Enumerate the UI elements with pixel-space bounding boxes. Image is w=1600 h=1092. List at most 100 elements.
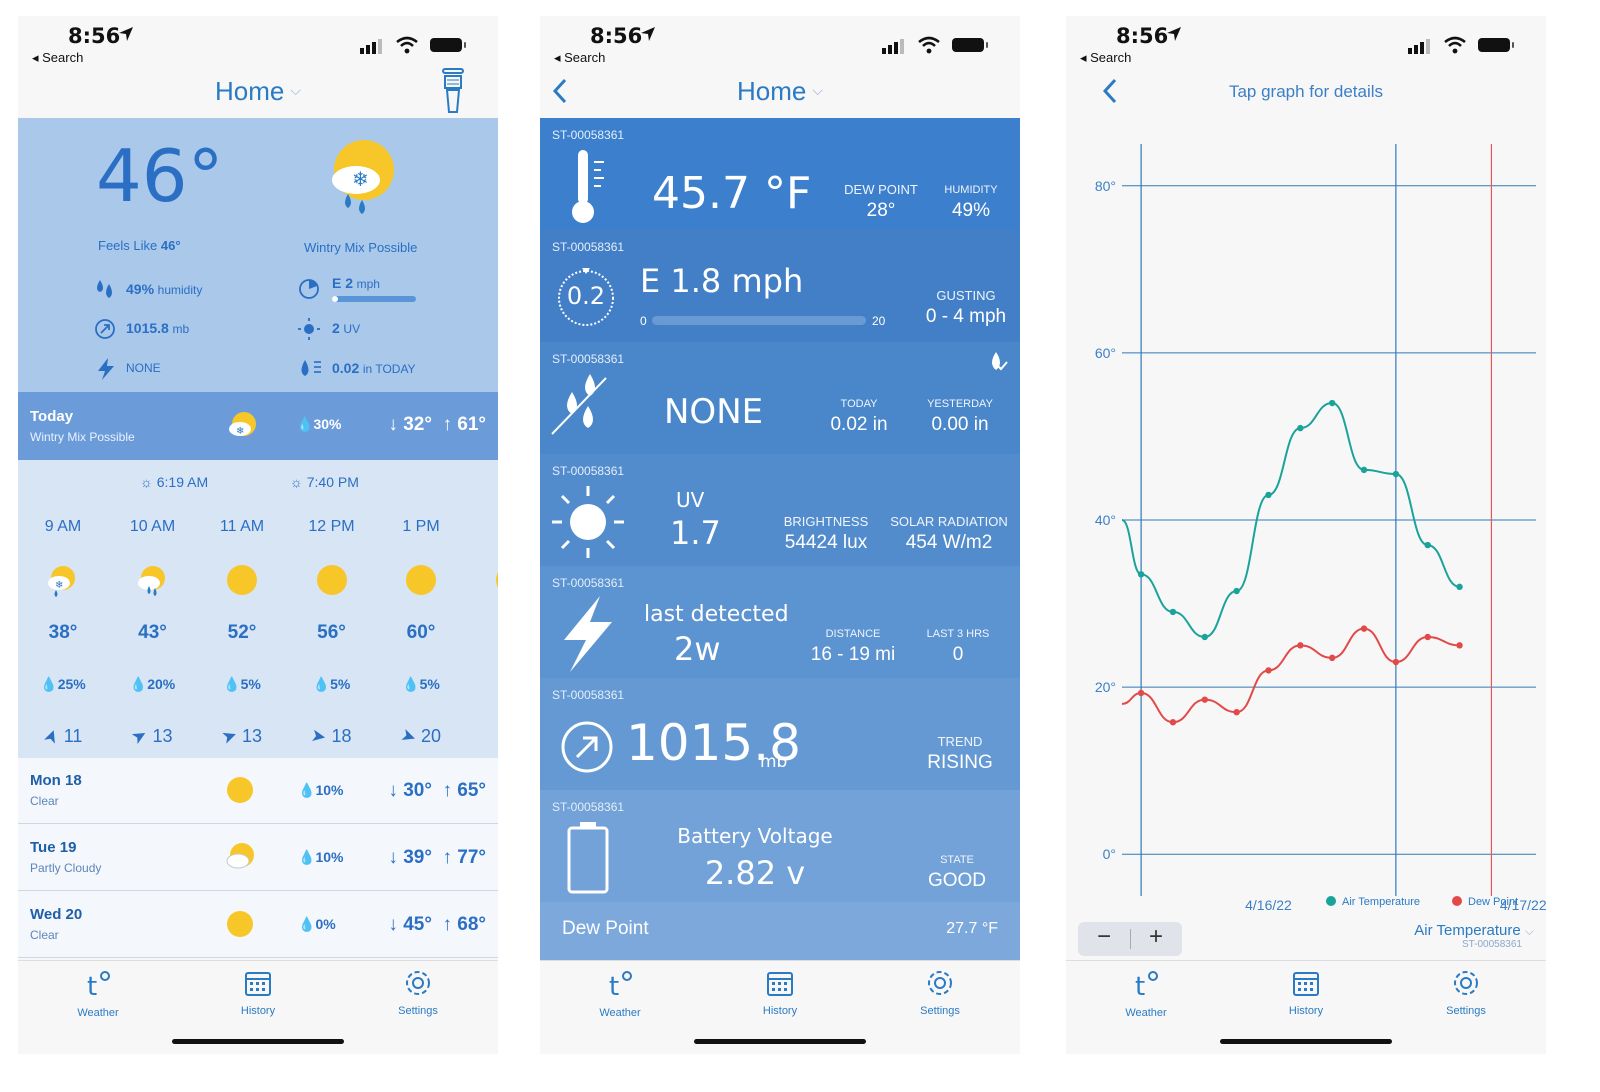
drop-icon: 💧 bbox=[402, 676, 420, 692]
hourly-forecast[interactable]: ☼ 6:19 AM ☼ 7:40 PM 9 AM ❄ 38° 💧25% ➤ 11 10 A… bbox=[18, 460, 498, 758]
today-precip-value: 30% bbox=[313, 416, 342, 432]
home-indicator bbox=[172, 1039, 344, 1044]
brightness-label: BRIGHTNESS bbox=[783, 514, 869, 529]
partly-cloudy-icon bbox=[226, 843, 254, 869]
day-low: 39° bbox=[403, 847, 432, 868]
battery-tile[interactable]: ST-00058361 Battery Voltage 2.82 v STATE… bbox=[540, 790, 1020, 902]
page-title: Home bbox=[215, 76, 285, 106]
tab-label: Weather bbox=[77, 1007, 119, 1019]
today-high: 61° bbox=[457, 414, 486, 435]
day-high: 68° bbox=[457, 914, 486, 935]
tab-label: History bbox=[762, 1005, 798, 1017]
graph-hint: Tap graph for details bbox=[1228, 82, 1384, 101]
battery-icon bbox=[430, 38, 466, 52]
tab-weather[interactable]: t Weather bbox=[38, 969, 158, 1019]
tab-weather[interactable]: t Weather bbox=[1086, 969, 1206, 1019]
lightning-last-value: 2w bbox=[674, 630, 721, 668]
temperature-tile[interactable]: ST-00058361 45.7 °F DEW POINT 28° HUMIDI… bbox=[540, 118, 1020, 230]
wintry-mix-icon: ❄ bbox=[332, 140, 394, 214]
current-conditions: 46° ❄ Feels Like 46° Wintry Mix Possible… bbox=[18, 118, 498, 392]
dew-footer-value: 27.7 °F bbox=[946, 920, 998, 937]
hour-precip-value: 25% bbox=[57, 676, 86, 692]
tab-history[interactable]: History bbox=[198, 969, 318, 1017]
rain-tile[interactable]: ST-00058361 NONE TODAY 0.02 in YESTERDAY… bbox=[540, 342, 1020, 454]
location-selector[interactable]: Home ⌵ bbox=[540, 76, 1020, 107]
gear-icon bbox=[406, 971, 430, 995]
hour-wind: ➤ 13 bbox=[197, 724, 287, 748]
rain-rate-value: NONE bbox=[664, 392, 764, 432]
location-selector[interactable]: Home ⌵ bbox=[18, 76, 498, 107]
air-temperature-value: 45.7 °F bbox=[652, 168, 812, 219]
battery-label: Battery Voltage bbox=[677, 824, 833, 848]
back-to-search[interactable]: ◂ Search bbox=[32, 50, 83, 66]
day-precip-value: 0% bbox=[315, 916, 336, 932]
sunset-time: 7:40 PM bbox=[306, 474, 359, 490]
hour-precip: 💧20% bbox=[108, 676, 198, 693]
hour-temp: 56° bbox=[317, 622, 346, 643]
daily-forecast-row[interactable]: Wed 20 Clear 💧0% ↓ 45° ↑ 68° bbox=[18, 892, 498, 958]
svg-text:❄: ❄ bbox=[236, 426, 244, 437]
daily-forecast-row[interactable]: Tue 19 Partly Cloudy 💧10% ↓ 39° ↑ 77° bbox=[18, 825, 498, 891]
sun-icon bbox=[227, 911, 253, 937]
station-screen: 8:56 ◂ Search Home ⌵ ST-00058361 45.7 °F … bbox=[540, 16, 1020, 1054]
calendar-icon bbox=[245, 972, 271, 996]
dew-point-value: 28° bbox=[866, 200, 896, 221]
daily-forecast-row[interactable]: Mon 18 Clear 💧10% ↓ 30° ↑ 65° bbox=[18, 758, 498, 824]
uv-tile[interactable]: ST-00058361 UV 1.7 BRIGHTNESS 54424 lux … bbox=[540, 454, 1020, 566]
tab-weather[interactable]: t Weather bbox=[560, 969, 680, 1019]
history-line-chart[interactable]: 0°20°40°60°80°4/16/22 4/17/22 bbox=[1066, 124, 1546, 914]
battery-state-value: GOOD bbox=[927, 870, 987, 891]
day-temps: ↓ 45° ↑ 68° bbox=[388, 914, 486, 935]
rain-icon bbox=[137, 566, 165, 596]
station-device-icon[interactable] bbox=[440, 68, 466, 118]
hour-precip: 💧5% bbox=[287, 676, 377, 693]
status-time: 8:56 bbox=[590, 24, 643, 48]
tab-history[interactable]: History bbox=[720, 969, 840, 1017]
y-tick-label: 80° bbox=[1095, 178, 1116, 194]
data-point bbox=[1169, 719, 1177, 726]
hour-wind-value: 13 bbox=[152, 726, 173, 746]
hour-time: 9 AM bbox=[44, 518, 82, 535]
back-to-search[interactable]: ◂ Search bbox=[554, 50, 605, 66]
tab-settings[interactable]: Settings bbox=[1406, 969, 1526, 1017]
today-summary-row[interactable]: Today Wintry Mix Possible ❄ 💧30% ↓ 32° ↑… bbox=[18, 392, 498, 460]
weather-screen: 8:56 ◂ Search Home ⌵ 46° ❄ Feels Like 46°… bbox=[18, 16, 498, 1054]
wifi-icon bbox=[918, 36, 940, 54]
dew-point-footer[interactable]: Dew Point 27.7 °F bbox=[540, 902, 1020, 960]
series-selector[interactable]: Air Temperature ⌵ ST-00058361 bbox=[1414, 922, 1534, 950]
back-app-label: Search bbox=[564, 50, 606, 65]
tab-bar: t Weather History Settings bbox=[1066, 960, 1546, 1054]
svg-text:❄: ❄ bbox=[55, 580, 63, 591]
wifi-icon bbox=[1444, 36, 1466, 54]
wifi-icon bbox=[396, 36, 418, 54]
day-precip: 💧0% bbox=[298, 916, 336, 933]
pressure-tile[interactable]: ST-00058361 1015.8 mb TREND RISING bbox=[540, 678, 1020, 790]
hour-precip-value: 5% bbox=[330, 676, 351, 692]
legend-label: Air Temperature bbox=[1342, 896, 1421, 908]
tab-label: Weather bbox=[599, 1007, 641, 1019]
uv-value: 1.7 bbox=[670, 514, 721, 552]
tab-settings[interactable]: Settings bbox=[880, 969, 1000, 1017]
drop-icon: 💧 bbox=[298, 849, 316, 865]
data-point bbox=[1360, 466, 1368, 474]
lightning-tile[interactable]: ST-00058361 last detected 2w DISTANCE 16… bbox=[540, 566, 1020, 678]
tab-settings[interactable]: Settings bbox=[358, 969, 478, 1017]
sun-icon bbox=[316, 565, 347, 595]
zoom-out-button[interactable]: − bbox=[1078, 923, 1130, 951]
zoom-in-button[interactable]: + bbox=[1130, 923, 1182, 951]
data-point bbox=[1456, 642, 1463, 649]
wind-unit: mph bbox=[356, 277, 380, 291]
wind-tile[interactable]: ST-00058361 0.2 E 1.8 mph 0 20 GUSTING 0… bbox=[540, 230, 1020, 342]
tab-label: Settings bbox=[398, 1005, 438, 1017]
data-point bbox=[1265, 667, 1272, 674]
hour-wind-value: 11 bbox=[63, 726, 83, 746]
drop-icon: 💧 bbox=[40, 676, 58, 692]
data-point bbox=[1169, 608, 1177, 616]
svg-text:t: t bbox=[609, 972, 619, 999]
hour-wind-value: 13 bbox=[242, 726, 263, 746]
tab-history[interactable]: History bbox=[1246, 969, 1366, 1017]
back-to-search[interactable]: ◂ Search bbox=[1080, 50, 1131, 66]
drop-icon: 💧 bbox=[129, 676, 148, 692]
sunrise: ☼ 6:19 AM bbox=[140, 474, 209, 490]
data-point bbox=[1137, 689, 1145, 697]
